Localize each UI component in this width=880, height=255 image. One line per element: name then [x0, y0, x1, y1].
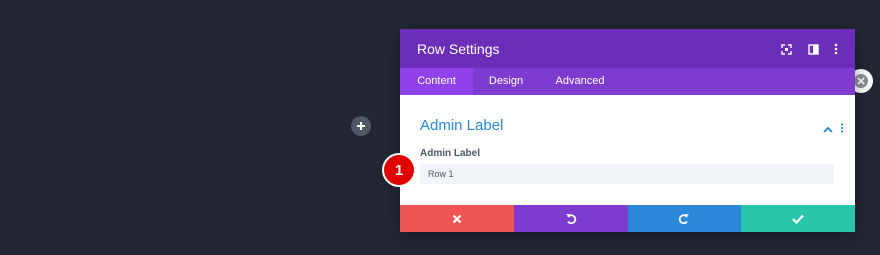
add-section-button[interactable]: [351, 116, 371, 136]
redo-button[interactable]: [627, 205, 742, 232]
tab-content[interactable]: Content: [400, 68, 473, 95]
cancel-button[interactable]: [400, 205, 514, 232]
modal-header: Row Settings: [400, 29, 855, 68]
close-circle-icon: [854, 74, 868, 88]
undo-button[interactable]: [513, 205, 628, 232]
modal-title: Row Settings: [417, 41, 500, 57]
split-view-icon[interactable]: [806, 42, 820, 56]
tab-advanced[interactable]: Advanced: [539, 68, 621, 95]
row-settings-modal: Row Settings Content Design Advanced Adm: [400, 29, 855, 232]
chevron-up-icon[interactable]: [823, 120, 833, 138]
save-button[interactable]: [741, 205, 855, 232]
plus-icon: [357, 122, 365, 130]
close-icon: [452, 214, 462, 223]
undo-icon: [565, 213, 576, 224]
admin-label-field-label: Admin Label: [420, 148, 481, 159]
redo-icon: [679, 213, 690, 224]
fullscreen-icon[interactable]: [779, 42, 793, 56]
tab-design[interactable]: Design: [473, 68, 539, 95]
section-title-admin-label[interactable]: Admin Label: [420, 117, 503, 134]
section-more-icon[interactable]: [840, 120, 844, 138]
admin-label-input[interactable]: [420, 164, 834, 184]
more-vertical-icon[interactable]: [829, 42, 843, 56]
tab-bar: Content Design Advanced: [400, 68, 855, 95]
check-icon: [792, 214, 804, 224]
modal-footer: [400, 205, 855, 232]
step-number-badge: 1: [384, 155, 414, 185]
